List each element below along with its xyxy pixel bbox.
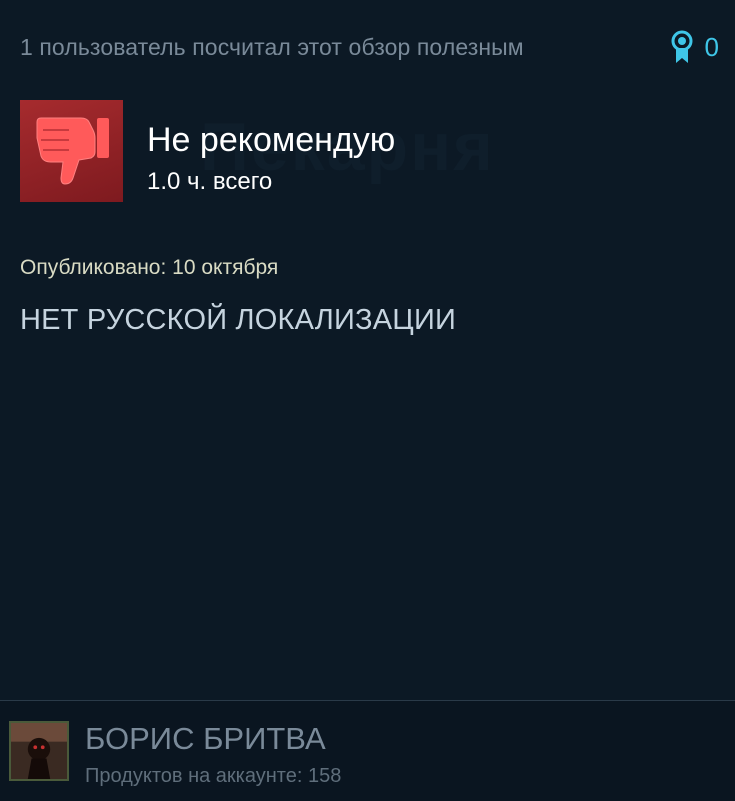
- award-count: 0: [704, 31, 719, 62]
- avatar-image: [11, 723, 67, 779]
- award-button[interactable]: 0: [669, 30, 719, 64]
- review-body-text: НЕТ РУССКОЙ ЛОКАЛИЗАЦИИ: [20, 304, 457, 336]
- author-products-count: Продуктов на аккаунте: 158: [85, 765, 342, 787]
- verdict-title[interactable]: Не рекомендую: [147, 120, 395, 160]
- author-bar[interactable]: БОРИС БРИТВА Продуктов на аккаунте: 158: [0, 700, 735, 801]
- playtime-hours: 1.0 ч. всего: [147, 168, 273, 195]
- posted-date: Опубликовано: 10 октября: [20, 256, 279, 279]
- avatar[interactable]: [9, 721, 69, 781]
- helpful-count-text: 1 пользователь посчитал этот обзор полез…: [20, 33, 524, 60]
- thumbs-down-badge: [20, 100, 123, 202]
- author-name[interactable]: БОРИС БРИТВА: [85, 721, 326, 757]
- thumbs-down-icon: [36, 117, 109, 185]
- helpful-row: 1 пользователь посчитал этот обзор полез…: [20, 30, 719, 64]
- verdict-text: Не рекомендую 1.0 ч. всего: [147, 120, 395, 196]
- award-ribbon-icon: [671, 30, 693, 63]
- verdict-block: Не рекомендую 1.0 ч. всего: [20, 100, 395, 202]
- review-card: 1 пользователь посчитал этот обзор полез…: [0, 0, 735, 801]
